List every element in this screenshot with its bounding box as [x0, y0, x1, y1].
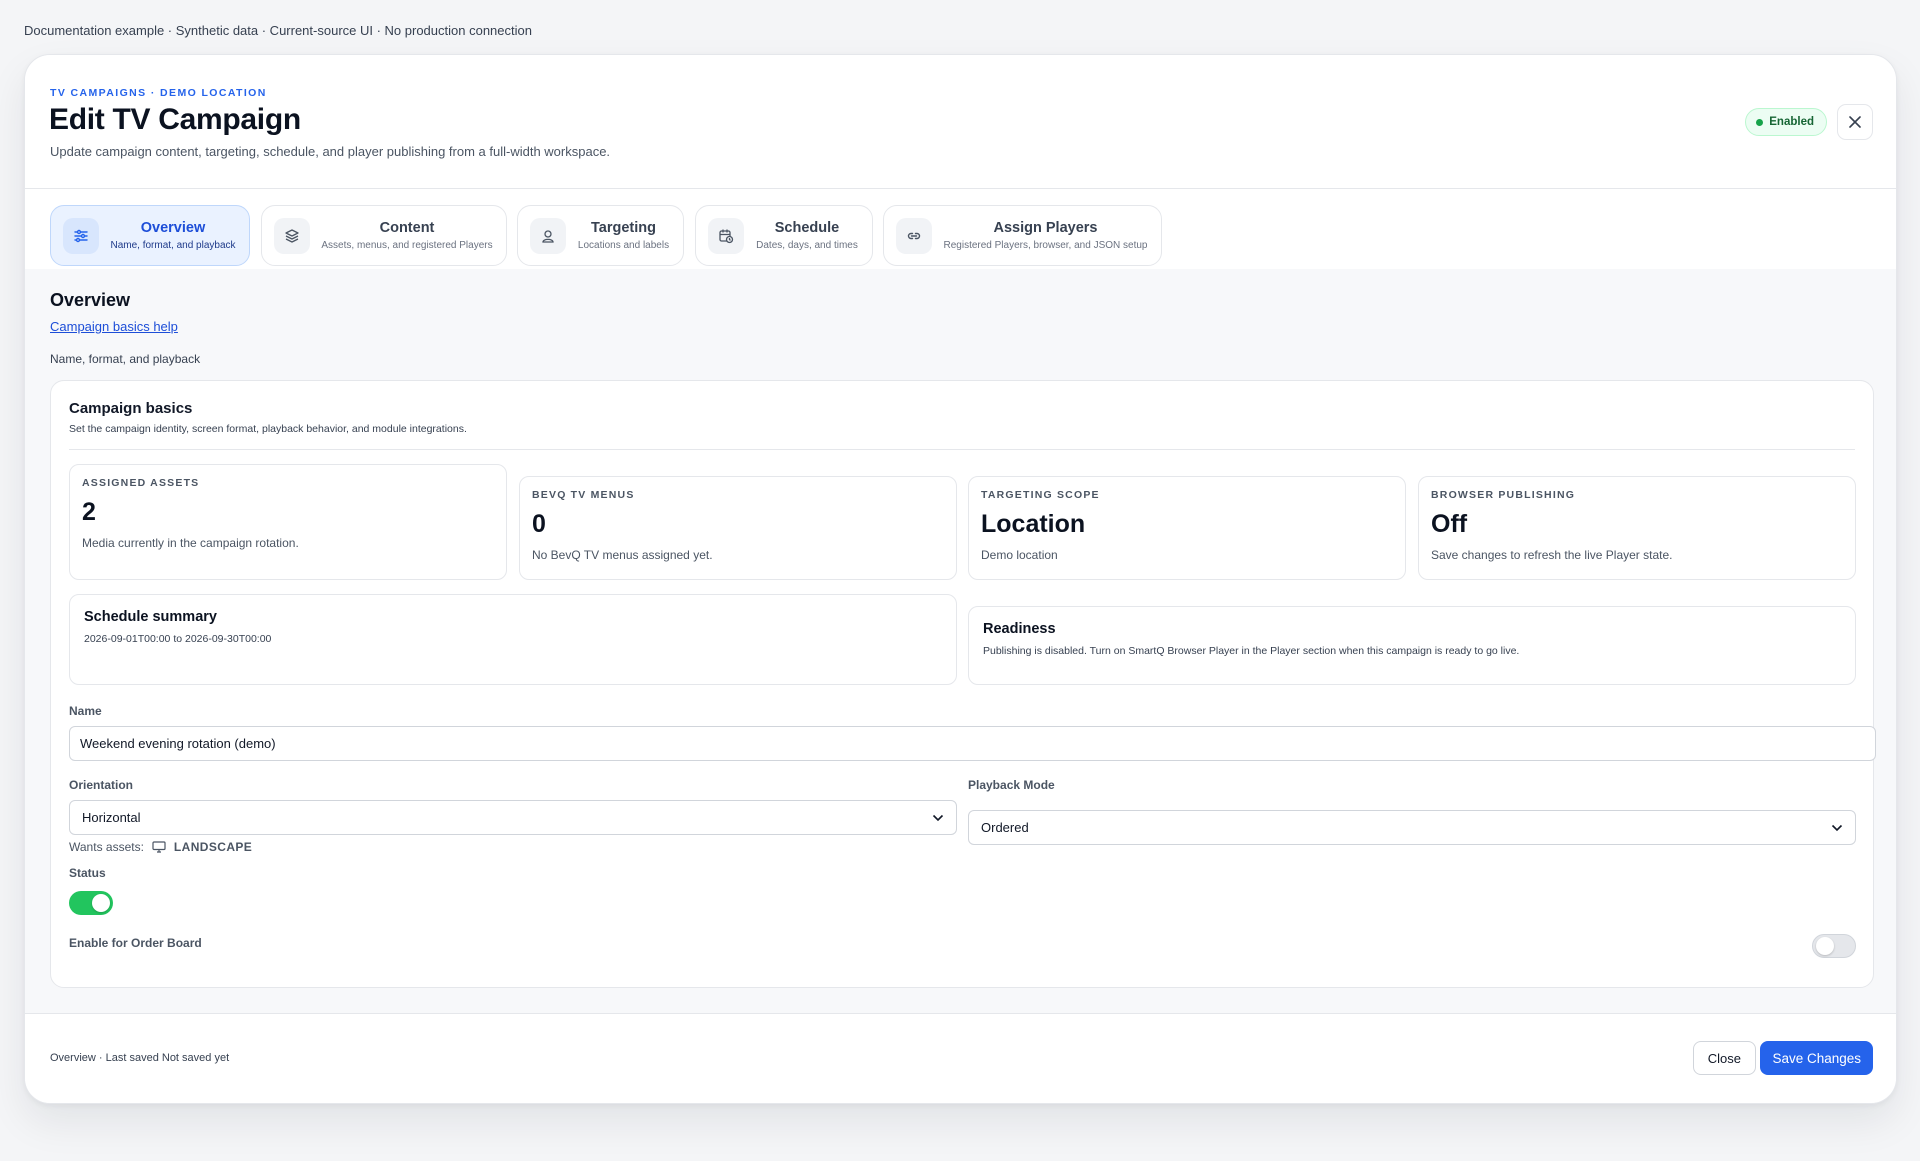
stat-desc: No BevQ TV menus assigned yet.	[532, 548, 713, 562]
orientation-label: Orientation	[69, 778, 134, 792]
stat-value: Location	[981, 510, 1086, 538]
status-dot-icon	[1756, 118, 1764, 126]
playback-mode-select[interactable]: Ordered	[968, 810, 1856, 845]
divider	[69, 449, 1855, 450]
page-subtitle: Update campaign content, targeting, sche…	[50, 144, 611, 159]
schedule-summary-panel: Schedule summary 2026-09-01T00:00 to 202…	[69, 594, 957, 685]
close-button[interactable]: Close	[1692, 1041, 1756, 1075]
stat-value: 2	[82, 498, 96, 526]
name-label: Name	[69, 704, 102, 718]
status-toggle[interactable]	[69, 891, 113, 915]
campaign-basics-help-link[interactable]: Campaign basics help	[50, 319, 178, 334]
tab-label: Overview	[140, 220, 206, 236]
stat-label: TARGETING SCOPE	[981, 489, 1100, 501]
stat-assigned-assets: ASSIGNED ASSETS 2 Media currently in the…	[69, 464, 507, 580]
chevron-down-icon	[1831, 824, 1843, 831]
wants-value: LANDSCAPE	[173, 840, 253, 854]
order-board-label: Enable for Order Board	[69, 936, 202, 950]
panel-desc: Publishing is disabled. Turn on SmartQ B…	[983, 645, 1520, 657]
stat-label: ASSIGNED ASSETS	[82, 477, 200, 489]
tab-overview[interactable]: Overview Name, format, and playback	[50, 205, 250, 266]
location-user-icon	[530, 217, 566, 254]
campaign-basics-card: Campaign basics Set the campaign identit…	[50, 380, 1876, 988]
toggle-knob	[92, 894, 110, 912]
modal-footer: Overview · Last saved Not saved yet Clos…	[25, 1013, 1896, 1103]
section-subtitle: Name, format, and playback	[50, 352, 201, 366]
page-title: Edit TV Campaign	[49, 103, 301, 136]
breadcrumb: TV CAMPAIGNS · DEMO LOCATION	[50, 87, 267, 99]
link-icon	[896, 217, 932, 254]
readiness-panel: Readiness Publishing is disabled. Turn o…	[968, 606, 1856, 685]
save-changes-button[interactable]: Save Changes	[1760, 1041, 1873, 1075]
stat-bevq-menus: BEVQ TV MENUS 0 No BevQ TV menus assigne…	[519, 476, 957, 580]
tab-sublabel: Dates, days, and times	[756, 240, 858, 251]
panel-title: Readiness	[983, 621, 1056, 637]
tab-targeting[interactable]: Targeting Locations and labels	[517, 205, 684, 266]
tab-sublabel: Registered Players, browser, and JSON se…	[943, 240, 1148, 251]
section-title: Overview	[50, 290, 131, 310]
order-board-toggle[interactable]	[1812, 934, 1856, 958]
stat-browser-publishing: BROWSER PUBLISHING Off Save changes to r…	[1418, 476, 1856, 580]
toggle-knob	[1816, 937, 1834, 955]
tab-sublabel: Locations and labels	[577, 240, 670, 251]
panel-title: Schedule summary	[84, 609, 217, 625]
close-icon	[1849, 116, 1861, 128]
stat-desc: Demo location	[981, 548, 1058, 562]
tab-sublabel: Assets, menus, and registered Players	[321, 240, 493, 251]
tab-content[interactable]: Content Assets, menus, and registered Pl…	[261, 205, 507, 266]
stat-targeting-scope: TARGETING SCOPE Location Demo location	[968, 476, 1406, 580]
playback-mode-value: Ordered	[981, 820, 1029, 835]
monitor-icon	[152, 841, 166, 853]
stat-desc: Media currently in the campaign rotation…	[82, 536, 299, 550]
tab-label: Assign Players	[993, 220, 1098, 236]
layers-icon	[274, 217, 310, 254]
calendar-clock-icon	[708, 217, 744, 254]
stat-value: Off	[1431, 510, 1468, 538]
orientation-select[interactable]: Horizontal	[69, 800, 957, 835]
tab-sublabel: Name, format, and playback	[110, 240, 236, 251]
stat-label: BROWSER PUBLISHING	[1431, 489, 1576, 501]
save-status: Overview · Last saved Not saved yet	[50, 1052, 230, 1064]
modal-header: TV CAMPAIGNS · DEMO LOCATION Edit TV Cam…	[25, 55, 1896, 189]
tab-assign-players[interactable]: Assign Players Registered Players, brows…	[883, 205, 1162, 266]
wants-label: Wants assets:	[69, 840, 144, 854]
stat-label: BEVQ TV MENUS	[532, 489, 635, 501]
status-label: Status	[69, 866, 106, 880]
chevron-down-icon	[932, 814, 944, 821]
status-badge: Enabled	[1745, 108, 1827, 136]
documentation-note: Documentation example · Synthetic data ·…	[24, 23, 532, 38]
tab-label: Content	[379, 220, 435, 236]
card-subtitle: Set the campaign identity, screen format…	[69, 423, 467, 435]
campaign-name-input[interactable]: Weekend evening rotation (demo)	[69, 726, 1876, 761]
tab-label: Schedule	[774, 220, 840, 236]
stat-value: 0	[532, 510, 546, 538]
tab-bar: Overview Name, format, and playback Cont…	[25, 189, 1896, 269]
edit-campaign-modal: TV CAMPAIGNS · DEMO LOCATION Edit TV Cam…	[24, 54, 1897, 1104]
panel-desc: 2026-09-01T00:00 to 2026-09-30T00:00	[84, 633, 272, 645]
stat-desc: Save changes to refresh the live Player …	[1431, 548, 1673, 562]
orientation-value: Horizontal	[82, 810, 141, 825]
card-title: Campaign basics	[69, 400, 193, 417]
wants-assets: Wants assets: LANDSCAPE	[69, 840, 252, 854]
tab-label: Targeting	[591, 220, 656, 236]
playback-mode-label: Playback Mode	[968, 778, 1055, 792]
close-modal-button[interactable]	[1837, 104, 1873, 140]
sliders-icon	[63, 217, 99, 254]
tab-schedule[interactable]: Schedule Dates, days, and times	[695, 205, 873, 266]
status-badge-label: Enabled	[1769, 116, 1814, 128]
